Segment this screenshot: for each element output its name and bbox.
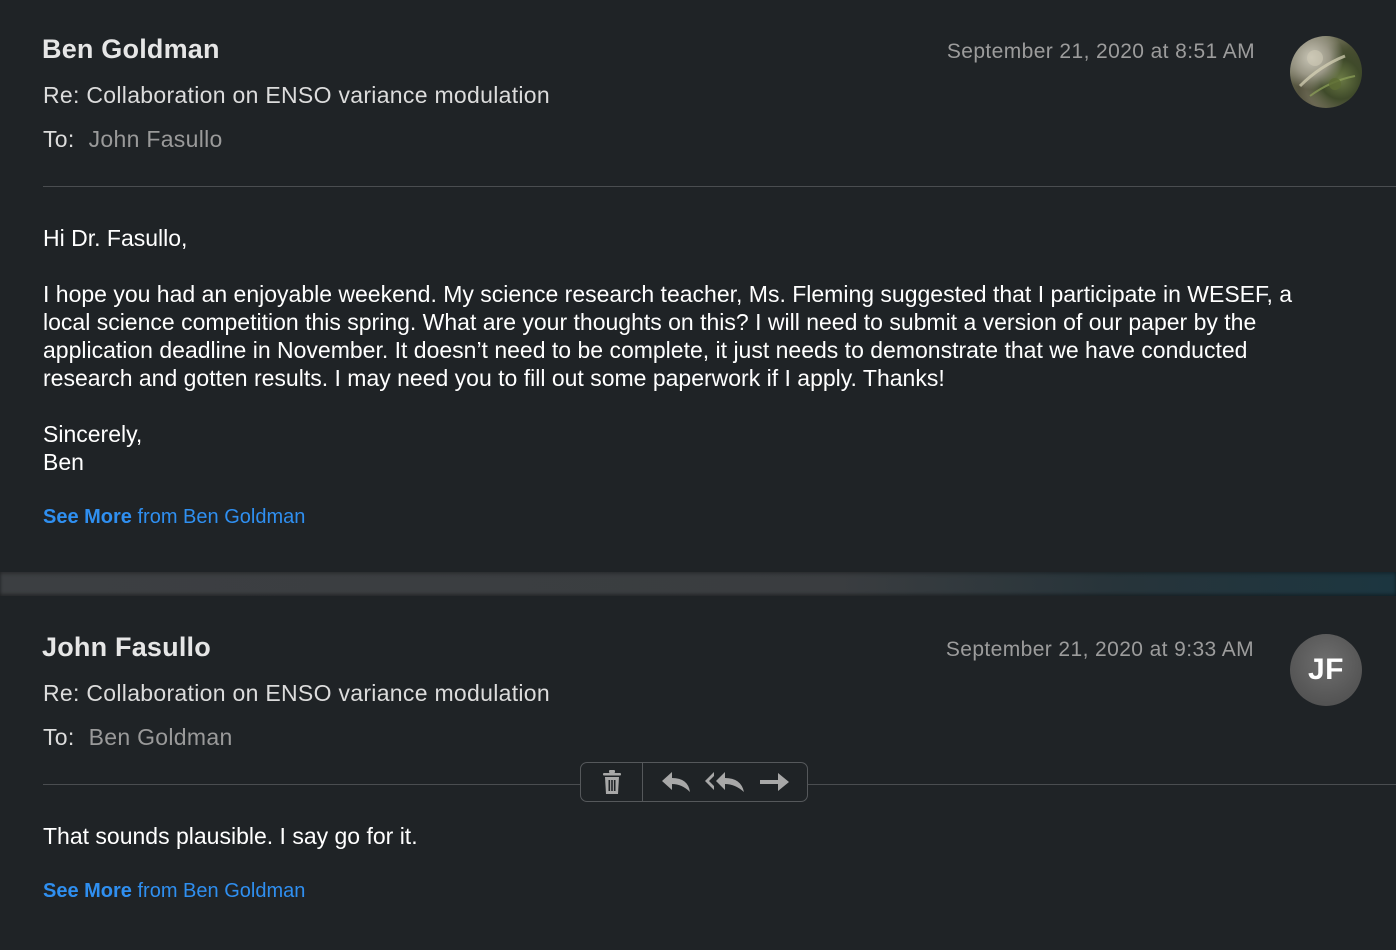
subject-line: Re: Collaboration on ENSO variance modul… (43, 82, 550, 108)
see-more-from[interactable]: from Ben Goldman (132, 506, 305, 528)
body-signature: Ben (43, 449, 84, 475)
trash-icon (602, 770, 621, 794)
header-divider (43, 186, 1396, 187)
sender-avatar-initials: JF (1290, 634, 1362, 706)
sender-name: Ben Goldman (42, 34, 220, 64)
reply-all-button[interactable] (701, 770, 749, 794)
reply-icon (661, 772, 690, 792)
recipient-line: To: John Fasullo (43, 126, 223, 153)
see-more-from[interactable]: from Ben Goldman (132, 880, 305, 902)
message-separator (0, 572, 1396, 596)
message-action-toolbar (580, 762, 808, 802)
reply-all-icon (704, 772, 744, 792)
subject-line: Re: Collaboration on ENSO variance modul… (43, 680, 550, 706)
see-more-label[interactable]: See More (43, 880, 132, 902)
to-label: To: (43, 126, 75, 152)
delete-button[interactable] (581, 763, 643, 801)
see-more-link[interactable]: See More from Ben Goldman (43, 506, 305, 529)
forward-icon (760, 773, 790, 791)
forward-button[interactable] (750, 770, 798, 794)
photo-avatar-icon (1298, 50, 1356, 97)
to-label: To: (43, 724, 75, 750)
reply-actions (643, 770, 807, 794)
recipient-name[interactable]: Ben Goldman (89, 724, 233, 750)
body-closing: Sincerely, (43, 421, 143, 447)
see-more-link[interactable]: See More from Ben Goldman (43, 880, 305, 903)
see-more-label[interactable]: See More (43, 506, 132, 528)
recipient-line: To: Ben Goldman (43, 724, 233, 751)
message-date: September 21, 2020 at 9:33 AM (945, 638, 1254, 661)
reply-button[interactable] (652, 770, 700, 794)
body-paragraph: That sounds plausible. I say go for it. (43, 823, 418, 849)
sender-avatar (1290, 36, 1362, 108)
message-body: That sounds plausible. I say go for it. (43, 822, 1343, 850)
message-body: Hi Dr. Fasullo, I hope you had an enjoya… (43, 224, 1343, 476)
sender-name: John Fasullo (42, 632, 211, 662)
body-paragraph: I hope you had an enjoyable weekend. My … (43, 281, 1293, 391)
message-ben-goldman: Ben Goldman Re: Collaboration on ENSO va… (0, 0, 1396, 572)
recipient-name[interactable]: John Fasullo (89, 126, 223, 152)
body-greeting: Hi Dr. Fasullo, (43, 225, 188, 251)
message-date: September 21, 2020 at 8:51 AM (946, 40, 1255, 63)
